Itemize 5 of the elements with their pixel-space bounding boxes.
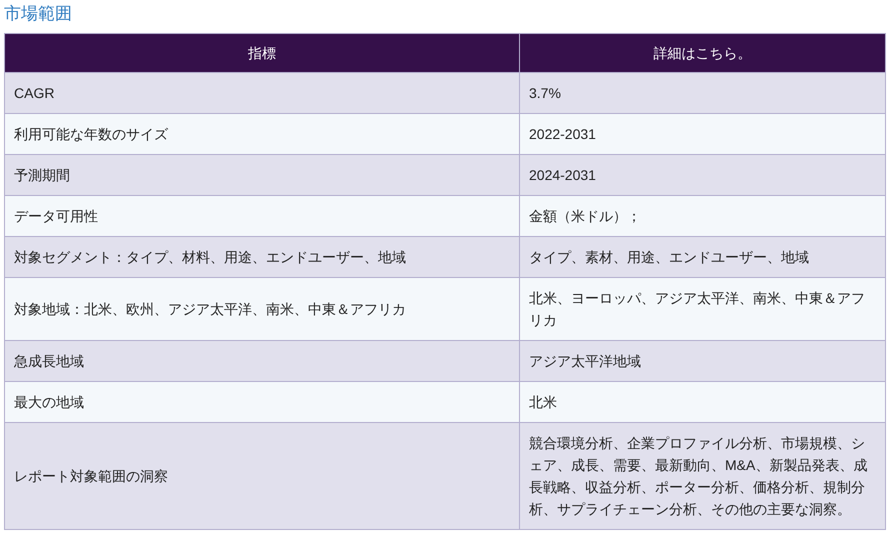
section-title: 市場範囲 [4, 3, 72, 25]
column-header: 指標 [4, 34, 520, 72]
table-cell: 競合環境分析、企業プロファイル分析、市場規模、シェア、成長、需要、最新動向、M&A、新製品発表、成長戦略、収益分析、ポーター分析、価格分析、規制分析、サプライチェーン分析、その他の主要な洞察。 [520, 422, 886, 530]
column-header: 詳細はこちら。 [520, 34, 886, 72]
table-cell: レポート対象範囲の洞察 [4, 422, 520, 530]
